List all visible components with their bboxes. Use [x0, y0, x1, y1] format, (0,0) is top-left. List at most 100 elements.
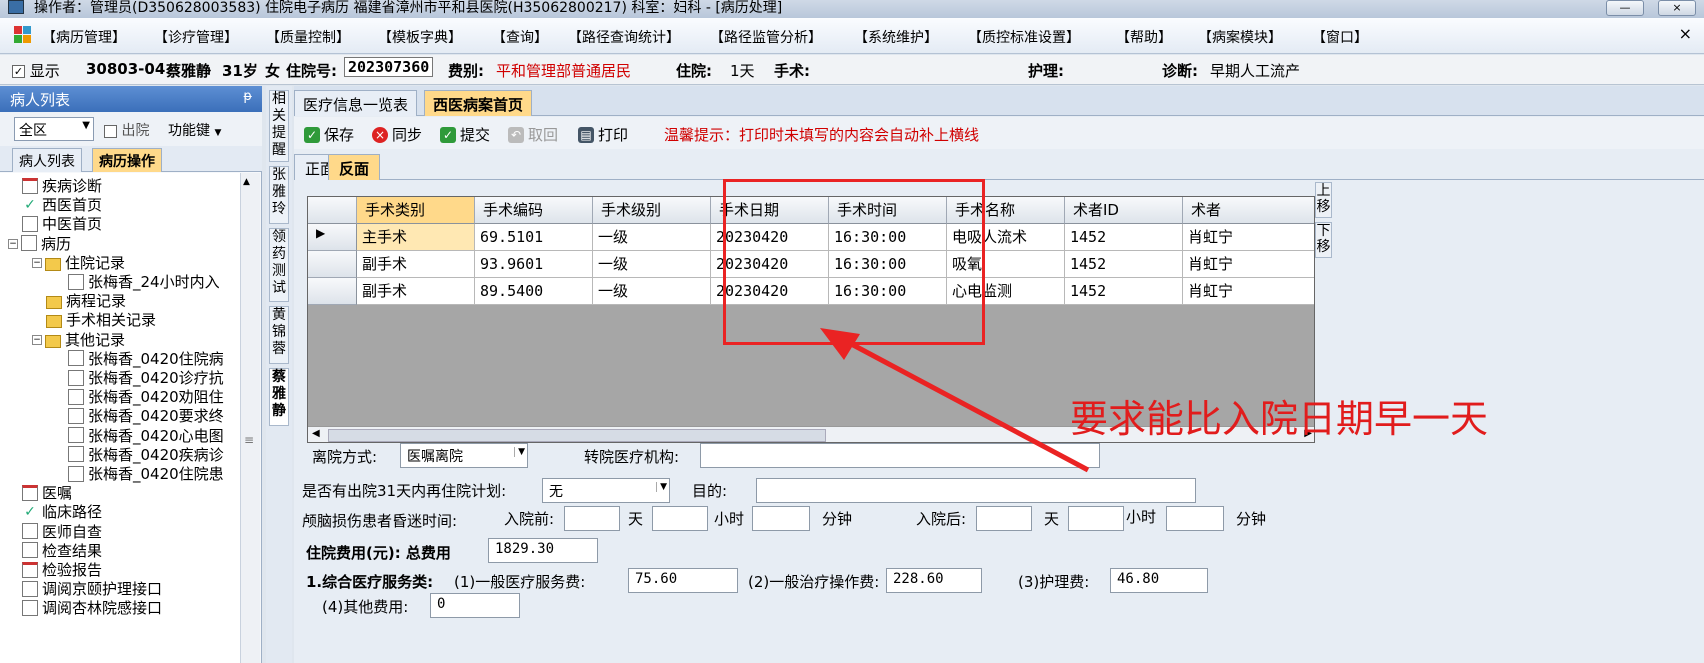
minimize-button[interactable]: — — [1606, 0, 1644, 16]
menu-quality-control[interactable]: 【质量控制】 — [266, 27, 350, 47]
menu-diagnosis-management[interactable]: 【诊疗管理】 — [154, 27, 238, 47]
menu-path-supervision[interactable]: 【路径监管分析】 — [710, 27, 822, 47]
move-down-button[interactable]: 下移 — [1315, 222, 1332, 258]
close-window-button[interactable]: × — [1658, 0, 1696, 16]
menu-help[interactable]: 【帮助】 — [1116, 27, 1172, 47]
coma-after-days[interactable] — [976, 506, 1032, 531]
area-select[interactable]: 全区 ▼ — [14, 117, 94, 141]
tree-node[interactable]: 医师自查 — [22, 523, 102, 542]
vtab-patient-huang-jinrong[interactable]: 黄锦蓉 — [269, 306, 289, 364]
admission-no-field[interactable]: 202307360 — [344, 57, 434, 77]
tree-node[interactable]: 医嘱 — [22, 484, 72, 503]
tree-node[interactable]: 张梅香_24小时内入 — [68, 273, 220, 292]
table-cell[interactable]: 主手术 — [357, 224, 475, 251]
tree-node[interactable]: − 住院记录 — [32, 254, 125, 273]
row-header[interactable] — [308, 251, 357, 278]
collapse-icon[interactable]: − — [8, 239, 18, 250]
coma-after-minutes[interactable] — [1166, 506, 1224, 531]
general-service-field[interactable]: 75.60 — [628, 568, 738, 593]
show-checkbox[interactable]: ✓ 显示 — [12, 60, 60, 81]
tab-western-front-page[interactable]: 西医病案首页 — [424, 90, 533, 116]
general-treatment-field[interactable]: 228.60 — [886, 568, 982, 593]
vtab-reminders[interactable]: 相关提醒 — [269, 90, 289, 162]
purpose-input[interactable] — [756, 478, 1196, 503]
col-header[interactable]: 术者ID — [1065, 197, 1183, 224]
coma-before-hours[interactable] — [652, 506, 708, 531]
col-header[interactable]: 手术类别 — [357, 197, 475, 224]
table-cell[interactable]: 69.5101 — [475, 224, 593, 251]
tree-node[interactable]: ✓ 临床路径 — [22, 503, 102, 522]
coma-after-hours[interactable] — [1068, 506, 1124, 531]
menu-window[interactable]: 【窗口】 — [1312, 27, 1368, 47]
table-cell[interactable]: 肖虹宁 — [1183, 278, 1314, 305]
tab-patient-list[interactable]: 病人列表 — [12, 148, 82, 172]
table-cell[interactable]: 副手术 — [357, 251, 475, 278]
tree-node[interactable]: 手术相关记录 — [46, 311, 156, 330]
col-header[interactable]: 手术编码 — [475, 197, 593, 224]
menu-system-maintenance[interactable]: 【系统维护】 — [854, 27, 938, 47]
table-cell[interactable]: 一级 — [593, 278, 711, 305]
move-up-button[interactable]: 上移 — [1315, 182, 1332, 218]
tab-medical-overview[interactable]: 医疗信息一览表 — [294, 90, 418, 116]
menu-close-icon[interactable]: × — [1679, 24, 1692, 43]
revoke-button[interactable]: ↶ 取回 — [508, 124, 558, 145]
function-key-menu[interactable]: 功能键 ▼ — [168, 120, 221, 140]
submit-button[interactable]: ✓ 提交 — [440, 124, 490, 145]
tree-node[interactable]: 张梅香_0420心电图 — [68, 427, 224, 446]
menu-case-module[interactable]: 【病案模块】 — [1198, 27, 1282, 47]
table-cell[interactable]: 93.9601 — [475, 251, 593, 278]
menu-template-dictionary[interactable]: 【模板字典】 — [378, 27, 462, 47]
tree-node[interactable]: 中医首页 — [22, 215, 102, 234]
vtab-patient-zhang-yaling[interactable]: 张雅玲 — [269, 166, 289, 224]
tree-node[interactable]: 张梅香_0420住院患 — [68, 465, 224, 484]
tab-record-operations[interactable]: 病历操作 — [92, 148, 162, 172]
table-cell[interactable]: 1452 — [1065, 278, 1183, 305]
table-cell[interactable]: 肖虹宁 — [1183, 224, 1314, 251]
discharge-method-select[interactable]: 医嘱离院 ▼ — [400, 443, 528, 468]
app-menu-icon[interactable] — [14, 26, 32, 44]
tree-node[interactable]: ✓ 西医首页 — [22, 196, 102, 215]
table-cell[interactable]: 1452 — [1065, 224, 1183, 251]
tree-node[interactable]: 疾病诊断 — [22, 177, 102, 196]
table-cell[interactable]: 一级 — [593, 251, 711, 278]
scroll-grip-icon[interactable]: ≡ — [244, 433, 254, 447]
tree-node[interactable]: 检查结果 — [22, 542, 102, 561]
coma-before-days[interactable] — [564, 506, 620, 531]
other-fee-field[interactable]: 0 — [430, 593, 520, 618]
collapse-icon[interactable]: − — [32, 258, 42, 269]
collapse-icon[interactable]: − — [32, 335, 42, 346]
table-cell[interactable]: 一级 — [593, 224, 711, 251]
tree-node[interactable]: 张梅香_0420疾病诊 — [68, 446, 224, 465]
menu-query[interactable]: 【查询】 — [492, 27, 548, 47]
table-cell[interactable]: 副手术 — [357, 278, 475, 305]
vtab-patient-cai-yajing[interactable]: 蔡雅静 — [269, 368, 289, 426]
tab-back-side[interactable]: 反面 — [328, 154, 381, 180]
table-cell[interactable]: 1452 — [1065, 251, 1183, 278]
tree-node[interactable]: 调阅京颐护理接口 — [22, 580, 162, 599]
coma-before-minutes[interactable] — [752, 506, 810, 531]
nursing-fee-field[interactable]: 46.80 — [1110, 568, 1208, 593]
table-cell[interactable]: 肖虹宁 — [1183, 251, 1314, 278]
hscroll-thumb[interactable] — [328, 429, 826, 442]
scroll-left-icon[interactable]: ◀ — [312, 428, 320, 439]
table-cell[interactable]: 89.5400 — [475, 278, 593, 305]
vtab-medication-test[interactable]: 领药测试 — [269, 228, 289, 302]
scroll-up-icon[interactable]: ▲ — [243, 177, 250, 187]
tree-node[interactable]: 调阅杏林院感接口 — [22, 599, 162, 618]
discharged-checkbox[interactable]: 出院 — [104, 120, 149, 140]
row-header[interactable] — [308, 278, 357, 305]
pin-icon[interactable]: ᵽ — [243, 89, 252, 104]
col-header[interactable]: 术者 — [1183, 197, 1314, 224]
readmit-plan-select[interactable]: 无 ▼ — [542, 478, 670, 503]
row-header[interactable]: ▶ — [308, 224, 357, 251]
col-header[interactable]: 手术级别 — [593, 197, 711, 224]
menu-qc-standards[interactable]: 【质控标准设置】 — [968, 27, 1080, 47]
tree-node[interactable]: 张梅香_0420要求终 — [68, 407, 224, 426]
tree-node[interactable]: − 其他记录 — [32, 331, 125, 350]
tree-node[interactable]: 张梅香_0420劝阻住 — [68, 388, 224, 407]
tree-node[interactable]: 张梅香_0420住院病 — [68, 350, 224, 369]
tree-node[interactable]: 张梅香_0420诊疗抗 — [68, 369, 224, 388]
total-cost-field[interactable]: 1829.30 — [488, 538, 598, 563]
tree-node[interactable]: − 病历 — [8, 235, 71, 254]
tree-node[interactable]: 病程记录 — [46, 292, 126, 311]
